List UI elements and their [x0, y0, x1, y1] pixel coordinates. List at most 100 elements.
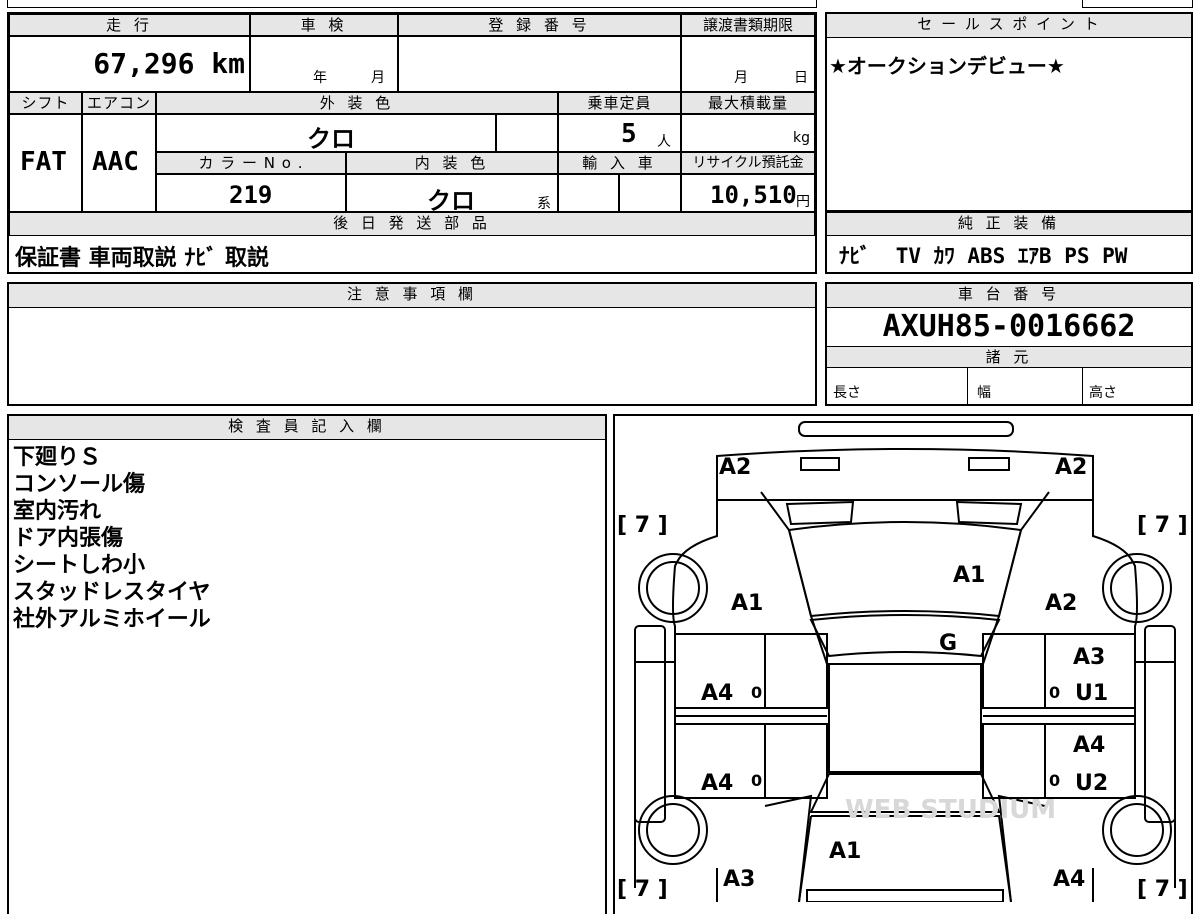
shift-value-cell: FAT	[9, 114, 82, 212]
mileage-header: 走 行	[9, 14, 250, 36]
label-right-fender-a2: A2	[1045, 591, 1077, 616]
caution-box: 注 意 事 項 欄	[7, 282, 817, 406]
maxload-value-cell: kg	[681, 114, 815, 152]
chassis-number: AXUH85-0016662	[882, 309, 1136, 344]
chassis-box: 車 台 番 号 AXUH85-0016662 諸 元 長さ 幅 高さ	[825, 282, 1193, 406]
transfer-deadline-header: 譲渡書類期限	[681, 14, 815, 36]
label-right-rear-u2: U2	[1075, 771, 1108, 796]
watermark: WEB STUDIUM	[845, 795, 1056, 825]
color-no-value-cell: 219	[156, 174, 346, 212]
note-line: 室内汚れ	[13, 499, 102, 524]
color-no-value: 219	[229, 181, 273, 209]
shift-value: FAT	[20, 147, 67, 177]
aircon-value-cell: AAC	[82, 114, 156, 212]
note-line: 下廻りＳ	[13, 445, 102, 470]
maxload-header: 最大積載量	[681, 92, 815, 114]
mileage-value-cell: 67,296 km	[9, 36, 250, 92]
label-rear-left-a3: A3	[723, 867, 755, 892]
later-parts-value: 保証書 車両取説 ﾅﾋﾞ 取説	[15, 246, 269, 271]
recycle-value: 10,510	[710, 181, 797, 209]
capacity-value-cell: 5 人	[558, 114, 681, 152]
capacity-header: 乗車定員	[558, 92, 681, 114]
label-left-front-a4: A4	[701, 681, 733, 706]
note-line: ドア内張傷	[13, 526, 124, 551]
note-line: シートしわ小	[13, 553, 146, 578]
caution-header: 注 意 事 項 欄	[9, 284, 815, 308]
label-zero-rf: 0	[1049, 683, 1060, 702]
label-tire-tr: [ 7 ]	[1137, 513, 1188, 538]
import-value-cell-2	[619, 174, 681, 212]
label-tire-bl: [ 7 ]	[617, 877, 668, 902]
inspector-notes: 下廻りＳ コンソール傷 室内汚れ ドア内張傷 シートしわ小 スタッドレスタイヤ …	[13, 444, 211, 633]
label-right-front-a3: A3	[1073, 645, 1105, 670]
chassis-header: 車 台 番 号	[827, 284, 1191, 308]
label-left-rear-a4: A4	[701, 771, 733, 796]
inspection-month: 月	[371, 70, 385, 86]
sales-point-value: ★オークションデビュー★	[829, 54, 1065, 78]
int-color-header: 内 装 色	[346, 152, 558, 174]
recycle-unit: 円	[796, 194, 810, 210]
color-no-header: カ ラ ー N o .	[156, 152, 346, 174]
top-strip	[7, 0, 817, 8]
later-parts-header: 後 日 発 送 部 品	[9, 212, 815, 236]
registration-header: 登 録 番 号	[398, 14, 681, 36]
import-header: 輸 入 車	[558, 152, 681, 174]
ext-color-extra-cell	[496, 114, 558, 152]
car-diagram-box: A2 A2 [ 7 ] [ 7 ] A1 A1 A2 G A3 A4 0 0 U…	[613, 414, 1193, 914]
note-line: コンソール傷	[13, 472, 146, 497]
mileage-value: 67,296 km	[93, 47, 245, 80]
label-left-fender-a1: A1	[731, 591, 763, 616]
inspection-value-cell: 年 月	[250, 36, 398, 92]
recycle-header: リサイクル預託金	[681, 152, 815, 174]
spec-header: 諸 元	[827, 346, 1191, 368]
inspection-header: 車 検	[250, 14, 398, 36]
equipment-value: ﾅﾋﾞ TV ｶﾜ ABS ｴｱB PS PW	[839, 244, 1128, 268]
label-right-front-u1: U1	[1075, 681, 1108, 706]
recycle-value-cell: 10,510 円	[681, 174, 815, 212]
note-line: スタッドレスタイヤ	[13, 580, 211, 605]
aircon-value: AAC	[92, 147, 139, 177]
maxload-unit: kg	[793, 130, 810, 146]
label-tl-a2: A2	[719, 455, 751, 480]
transfer-day: 日	[794, 70, 808, 86]
label-zero-rr: 0	[1049, 771, 1060, 790]
label-tr-a2: A2	[1055, 455, 1087, 480]
inspection-year: 年	[313, 70, 327, 86]
sales-point-box: セ ー ル ス ポ イ ン ト ★オークションデビュー★	[825, 12, 1193, 212]
label-glass-g: G	[939, 631, 957, 656]
main-info-table: 走 行 車 検 登 録 番 号 譲渡書類期限 67,296 km 年 月 月 日…	[7, 12, 817, 274]
capacity-unit: 人	[657, 134, 671, 150]
equipment-box: 純 正 装 備 ﾅﾋﾞ TV ｶﾜ ABS ｴｱB PS PW	[825, 212, 1193, 274]
spec-divider-1	[967, 368, 968, 406]
equipment-header: 純 正 装 備	[827, 212, 1191, 236]
label-zero-lf: 0	[751, 683, 762, 702]
ext-color-value-cell: クロ	[156, 114, 496, 153]
inspector-header: 検 査 員 記 入 欄	[9, 416, 605, 440]
registration-value-cell	[398, 36, 681, 92]
shift-header: シフト	[9, 92, 82, 114]
int-color-suffix: 系	[537, 196, 551, 212]
int-color-value-cell: クロ 系	[346, 174, 558, 215]
label-rear-right-a4: A4	[1053, 867, 1085, 892]
transfer-value-cell: 月 日	[681, 36, 815, 92]
int-color-value: クロ	[427, 187, 475, 215]
label-right-rear-a4: A4	[1073, 733, 1105, 758]
height-label: 高さ	[1089, 385, 1117, 401]
label-zero-lr: 0	[751, 771, 762, 790]
note-line: 社外アルミホイール	[13, 607, 211, 632]
import-value-cell-1	[558, 174, 619, 212]
sales-point-header: セ ー ル ス ポ イ ン ト	[827, 14, 1191, 38]
transfer-month: 月	[734, 70, 748, 86]
label-rear-a1: A1	[829, 839, 861, 864]
length-label: 長さ	[833, 385, 861, 401]
ext-color-value: クロ	[307, 125, 355, 153]
width-label: 幅	[977, 385, 991, 401]
ext-color-header: 外 装 色	[156, 92, 558, 114]
inspector-box: 検 査 員 記 入 欄 下廻りＳ コンソール傷 室内汚れ ドア内張傷 シートしわ…	[7, 414, 607, 914]
capacity-value: 5	[621, 119, 637, 149]
top-strip-right	[1082, 0, 1193, 8]
aircon-header: エアコン	[82, 92, 156, 114]
label-hood-a1: A1	[953, 563, 985, 588]
spec-divider-2	[1082, 368, 1083, 406]
label-tire-tl: [ 7 ]	[617, 513, 668, 538]
